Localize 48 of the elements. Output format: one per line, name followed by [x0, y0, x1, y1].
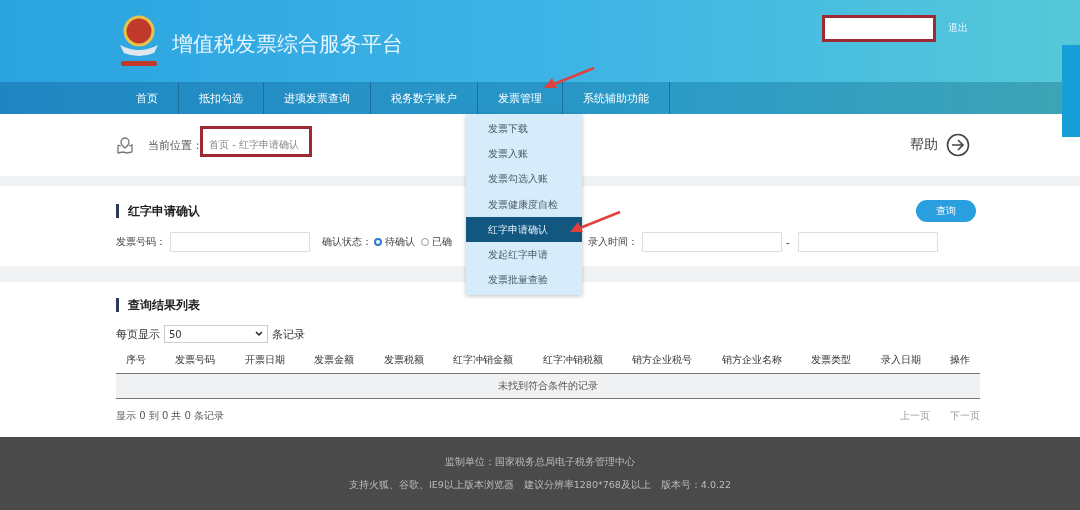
arrow-right-icon[interactable]: [946, 133, 970, 157]
chevron-down-icon: [255, 331, 263, 337]
field-label: 录入时间：: [588, 235, 638, 249]
menu-item[interactable]: 发票下载: [466, 116, 582, 142]
platform-title: 增值税发票综合服务平台: [172, 31, 403, 58]
column-header: 录入日期: [880, 353, 921, 367]
page-size-select[interactable]: 50: [164, 325, 268, 343]
breadcrumb-label: 当前位置：: [148, 137, 203, 153]
column-header: 操作: [950, 353, 970, 367]
status-radio[interactable]: 已确: [421, 235, 452, 249]
breadcrumb-path: 首页 - 红字申请确认: [209, 138, 299, 152]
side-tab[interactable]: [1062, 45, 1080, 137]
menu-item[interactable]: 发票健康度自检: [466, 191, 582, 218]
menu-item[interactable]: 发票入账: [466, 141, 582, 167]
section-title: 红字申请确认: [116, 204, 200, 218]
column-header: 序号: [126, 353, 146, 367]
column-header: 发票税额: [383, 353, 424, 367]
start-time-field[interactable]: [642, 232, 782, 252]
column-header: 发票类型: [811, 353, 852, 367]
section-title: 查询结果列表: [116, 298, 200, 312]
page-size-unit: 条记录: [272, 326, 305, 342]
menu-item[interactable]: 发票批量查验: [466, 267, 582, 294]
nav-item[interactable]: 首页: [116, 82, 179, 114]
column-header: 发票金额: [314, 353, 355, 367]
column-header: 红字冲销金额: [453, 353, 514, 367]
records-summary: 显示 0 到 0 共 0 条记录: [116, 409, 225, 423]
menu-item[interactable]: 发票勾选入账: [466, 166, 582, 192]
empty-message: 未找到符合条件的记录: [498, 379, 598, 393]
status-radio[interactable]: 待确认: [374, 235, 415, 249]
footer-text: 支持火狐、谷歌、IE9以上版本浏览器 建议分辨率1280*768及以上 版本号：4.0.22: [348, 478, 732, 492]
column-header: 销方企业名称: [721, 353, 782, 367]
page-size-label: 每页显示: [116, 326, 160, 342]
help-link[interactable]: 帮助: [910, 136, 938, 154]
column-header: 开票日期: [244, 353, 285, 367]
field-label: 发票号码：: [116, 235, 166, 249]
end-time-field[interactable]: [797, 232, 938, 252]
column-header: 红字冲销税额: [542, 353, 603, 367]
location-icon: [116, 136, 134, 154]
invoice-number-field[interactable]: [170, 232, 310, 252]
nav-item[interactable]: 进项发票查询: [264, 82, 371, 114]
menu-item[interactable]: 红字申请确认: [466, 217, 582, 243]
range-separator: -: [786, 236, 790, 248]
field-label: 确认状态：: [322, 235, 372, 249]
nav-item[interactable]: 抵扣勾选: [179, 82, 264, 114]
column-header: 销方企业税号: [632, 353, 693, 367]
column-header: 发票号码: [175, 353, 216, 367]
footer-text: 监制单位：国家税务总局电子税务管理中心: [445, 455, 635, 469]
menu-item[interactable]: 发起红字申请: [466, 242, 582, 268]
